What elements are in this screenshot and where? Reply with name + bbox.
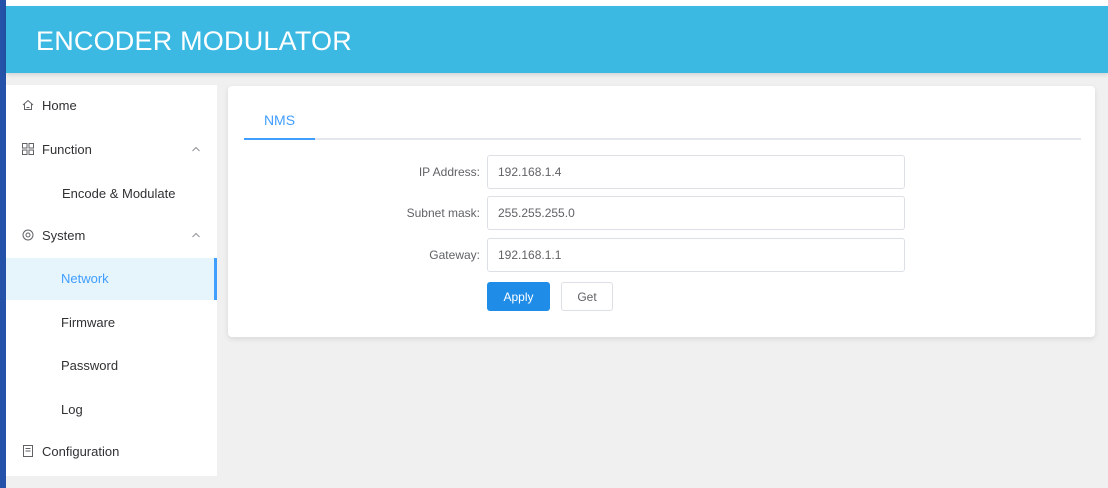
sidebar-item-system[interactable]: System bbox=[6, 215, 217, 259]
ip-address-label: IP Address: bbox=[418, 165, 480, 179]
tab-bar: NMS bbox=[244, 100, 1081, 140]
sidebar-item-network[interactable]: Network bbox=[6, 258, 217, 300]
app-title: ENCODER MODULATOR bbox=[36, 26, 352, 56]
sidebar-item-log[interactable]: Log bbox=[6, 389, 217, 431]
sidebar-item-function[interactable]: Function bbox=[6, 129, 217, 173]
subnet-mask-field[interactable] bbox=[487, 196, 905, 230]
sidebar-item-label: Encode & Modulate bbox=[62, 186, 176, 201]
network-settings-card: NMS IP Address: Subnet mask: Gateway: Ap… bbox=[228, 86, 1095, 337]
ip-address-field[interactable] bbox=[487, 155, 905, 189]
gear-icon bbox=[22, 229, 34, 241]
sidebar-item-label: Firmware bbox=[61, 315, 116, 330]
get-button[interactable]: Get bbox=[561, 282, 613, 311]
sidebar-item-label: Function bbox=[42, 142, 92, 157]
sidebar-item-label: Password bbox=[61, 358, 119, 373]
gateway-row: Gateway: bbox=[228, 238, 1095, 272]
subnet-mask-row: Subnet mask: bbox=[228, 196, 1095, 230]
sidebar-item-label: Network bbox=[61, 271, 109, 286]
sidebar-item-firmware[interactable]: Firmware bbox=[6, 302, 217, 344]
tab-bar-divider bbox=[244, 138, 1081, 140]
grid-icon bbox=[22, 143, 34, 155]
sidebar-item-label: Log bbox=[61, 402, 83, 417]
sidebar-item-encode-modulate[interactable]: Encode & Modulate bbox=[6, 173, 217, 215]
apply-button[interactable]: Apply bbox=[487, 282, 550, 311]
chevron-up-icon bbox=[192, 146, 200, 152]
app-header: ENCODER MODULATOR bbox=[6, 6, 1108, 73]
sidebar-item-configuration[interactable]: Configuration bbox=[6, 431, 217, 475]
sidebar-item-label: System bbox=[42, 228, 86, 243]
gateway-label: Gateway: bbox=[429, 248, 480, 262]
gateway-field[interactable] bbox=[487, 238, 905, 272]
document-icon bbox=[23, 445, 33, 457]
chevron-up-icon bbox=[192, 232, 200, 238]
sidebar-item-password[interactable]: Password bbox=[6, 345, 217, 387]
tab-label: NMS bbox=[263, 112, 296, 128]
ip-address-row: IP Address: bbox=[228, 155, 1095, 189]
tab-nms[interactable]: NMS bbox=[244, 100, 315, 140]
sidebar-item-home[interactable]: Home bbox=[6, 85, 217, 129]
subnet-mask-label: Subnet mask: bbox=[406, 206, 480, 220]
sidebar: Home Function Encode & Modulate System N… bbox=[6, 85, 217, 476]
sidebar-item-label: Configuration bbox=[42, 444, 120, 459]
tab-active-indicator bbox=[244, 138, 315, 140]
home-icon bbox=[22, 99, 34, 110]
sidebar-item-label: Home bbox=[42, 98, 77, 113]
